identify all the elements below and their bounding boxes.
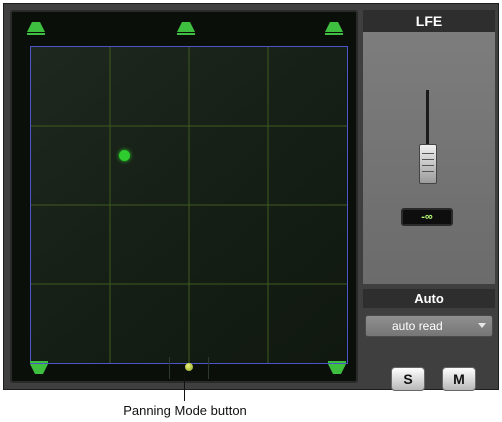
automation-mode-value: auto read xyxy=(392,319,443,333)
speaker-left-icon[interactable] xyxy=(27,22,45,36)
speaker-right-icon[interactable] xyxy=(325,22,343,36)
speaker-center-icon[interactable] xyxy=(177,22,195,36)
callout-label: Panning Mode button xyxy=(123,403,247,418)
chevron-down-icon xyxy=(478,323,486,328)
mute-button[interactable]: M xyxy=(442,367,476,391)
lfe-label: LFE xyxy=(363,10,495,32)
automation-header: Auto xyxy=(363,289,495,308)
automation-mode-select[interactable]: auto read xyxy=(365,315,493,337)
callout-line xyxy=(184,371,185,401)
panning-mode-button[interactable] xyxy=(185,363,193,371)
surround-panner-window: LFE -∞ Auto auto read S M xyxy=(3,3,499,391)
pan-position-dot[interactable] xyxy=(119,150,130,161)
lfe-panel: LFE -∞ Auto auto read S M xyxy=(363,10,495,391)
pan-grid[interactable] xyxy=(30,46,348,364)
speaker-rear-right-icon[interactable] xyxy=(328,361,346,375)
grid-lines xyxy=(31,47,347,363)
lfe-fader-area: -∞ xyxy=(363,32,495,284)
lfe-fader-value[interactable]: -∞ xyxy=(401,208,453,226)
lfe-fader-handle[interactable] xyxy=(419,144,437,184)
solo-button[interactable]: S xyxy=(391,367,425,391)
speaker-rear-left-icon[interactable] xyxy=(30,361,48,375)
panning-mode-cell xyxy=(169,357,209,379)
panner-grid-area[interactable] xyxy=(10,10,358,383)
